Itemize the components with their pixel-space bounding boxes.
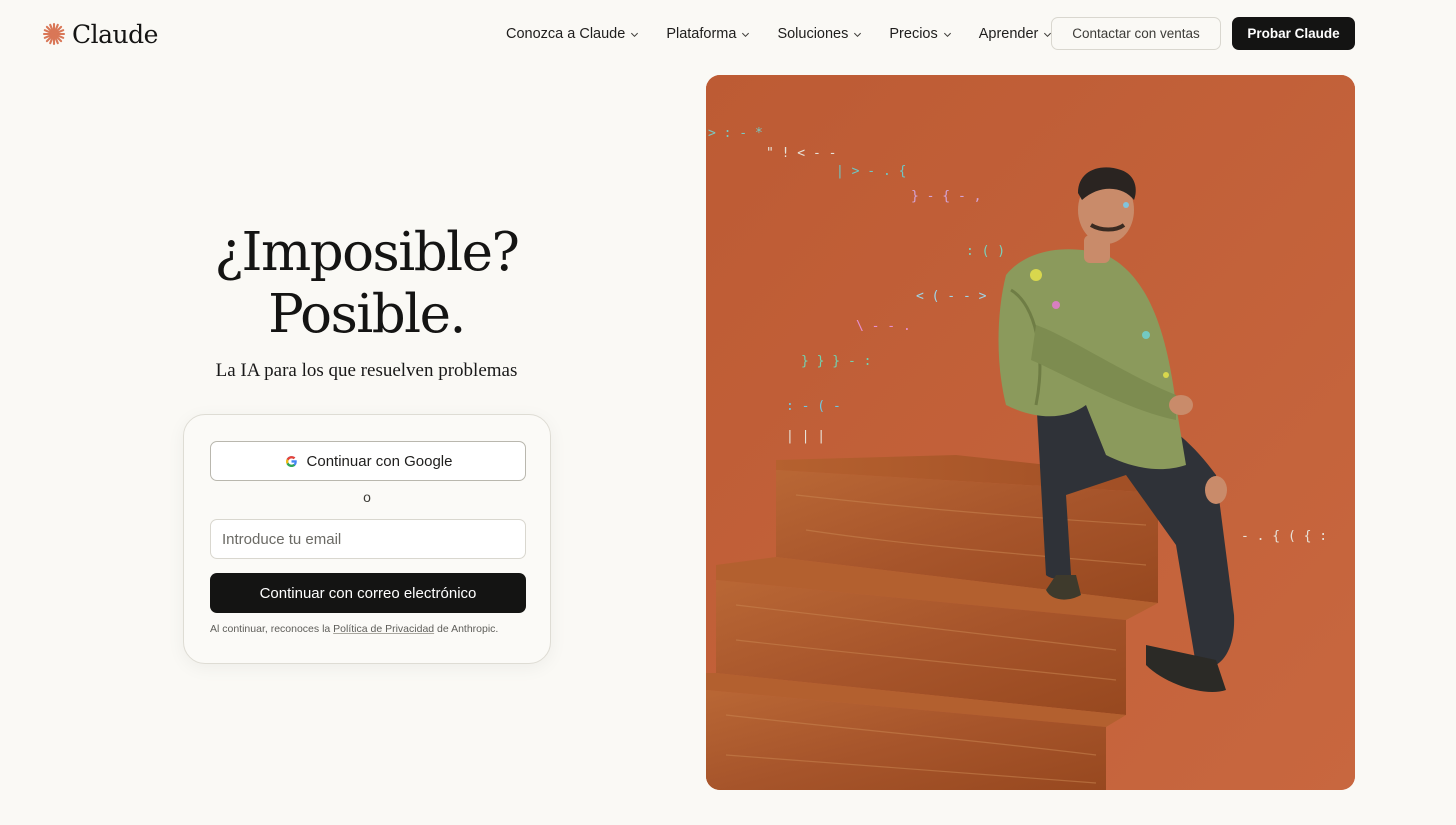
logo-wordmark: Claude <box>72 19 158 49</box>
nav-item-label: Aprender <box>978 26 1039 42</box>
chevron-down-icon <box>631 32 639 37</box>
chevron-down-icon <box>742 32 750 37</box>
login-card: Continuar con Google o Continuar con cor… <box>183 414 551 664</box>
svg-text:< ( - - >: < ( - - > <box>916 289 987 304</box>
nav-item-label: Plataforma <box>666 26 737 42</box>
svg-text:> : - *: > : - * <box>708 126 763 141</box>
nav-item-label: Soluciones <box>777 26 849 42</box>
chevron-down-icon <box>943 32 951 37</box>
try-claude-button[interactable]: Probar Claude <box>1232 17 1355 50</box>
hero-illustration: > : - * " ! < - - | > - . { } - { - , : … <box>706 75 1355 790</box>
svg-text:" ! < - -: " ! < - - <box>766 146 836 161</box>
svg-text:: ( ): : ( ) <box>966 244 1005 259</box>
or-divider: o <box>363 489 371 505</box>
google-button-label: Continuar con Google <box>306 452 453 470</box>
claude-starburst-icon <box>42 22 66 46</box>
legal-suffix: de Anthropic. <box>434 623 499 635</box>
privacy-policy-link[interactable]: Política de Privacidad <box>333 623 434 635</box>
svg-text:} } } - :: } } } - : <box>801 354 871 369</box>
continue-with-email-button[interactable]: Continuar con correo electrónico <box>210 573 526 613</box>
google-icon <box>285 455 297 467</box>
hero-title: ¿Imposible? Posible. <box>183 222 550 346</box>
claude-logo[interactable]: Claude <box>42 18 158 50</box>
hero-image: > : - * " ! < - - | > - . { } - { - , : … <box>706 75 1355 790</box>
hero-subtitle: La IA para los que resuelven problemas <box>215 360 518 381</box>
nav-item-platform[interactable]: Plataforma <box>666 26 750 42</box>
legal-notice: Al continuar, reconoces la Política de P… <box>210 623 530 635</box>
nav-item-label: Precios <box>889 26 938 42</box>
hero-title-line1: ¿Imposible? <box>214 222 520 283</box>
nav-item-learn[interactable]: Aprender <box>979 26 1053 42</box>
svg-text:| | |: | | | <box>786 429 825 444</box>
main-nav: Conozca a Claude Plataforma Soluciones P… <box>506 22 1052 46</box>
site-header: Claude Conozca a Claude Plataforma Soluc… <box>0 0 1456 68</box>
svg-text:\ - - .: \ - - . <box>856 319 911 334</box>
svg-text:: - ( -: : - ( - <box>786 399 841 414</box>
nav-item-pricing[interactable]: Precios <box>889 26 951 42</box>
nav-item-meet-claude[interactable]: Conozca a Claude <box>506 26 639 42</box>
svg-text:| > - . {: | > - . { <box>836 164 906 179</box>
nav-item-label: Conozca a Claude <box>506 26 626 42</box>
svg-text:- . { ( { :: - . { ( { : <box>1241 529 1327 544</box>
nav-item-solutions[interactable]: Soluciones <box>777 26 862 42</box>
chevron-down-icon <box>854 32 862 37</box>
continue-with-google-button[interactable]: Continuar con Google <box>210 441 526 481</box>
hero-title-line2: Posible. <box>268 284 466 345</box>
legal-prefix: Al continuar, reconoces la <box>210 623 334 635</box>
email-input[interactable] <box>210 519 526 559</box>
svg-text:} - { - ,: } - { - , <box>911 189 981 204</box>
contact-sales-button[interactable]: Contactar con ventas <box>1051 17 1221 50</box>
